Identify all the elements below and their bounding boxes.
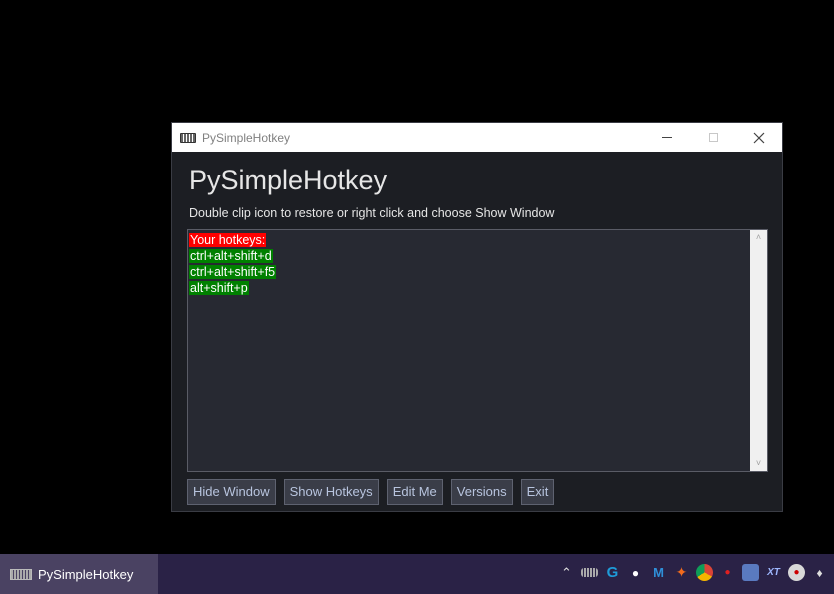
list-item: ctrl+alt+shift+f5	[189, 265, 277, 279]
nvidia-icon[interactable]: ●	[788, 564, 805, 581]
dropbox-icon[interactable]: ♦	[811, 564, 828, 581]
edit-me-button[interactable]: Edit Me	[386, 479, 443, 505]
maximize-icon[interactable]	[690, 123, 736, 152]
network-icon[interactable]	[742, 564, 759, 581]
chrome-icon[interactable]	[696, 564, 713, 581]
keyboard-icon	[10, 568, 32, 580]
instruction-text: Double clip icon to restore or right cli…	[189, 206, 555, 220]
discord-icon[interactable]: ●	[627, 564, 644, 581]
app-window: PySimpleHotkey PySimpleHotkey Double cli…	[171, 122, 783, 512]
list-item: ctrl+alt+shift+d	[189, 249, 273, 263]
window-controls	[644, 123, 782, 152]
title-bar[interactable]: PySimpleHotkey	[172, 123, 782, 152]
scroll-down-icon[interactable]: ˅	[754, 459, 763, 468]
scroll-up-icon[interactable]: ˄	[754, 233, 763, 242]
scrollbar[interactable]: ˄ ˅	[750, 230, 767, 471]
keyboard-icon	[180, 132, 196, 143]
keyboard-icon[interactable]	[581, 568, 598, 577]
output-area[interactable]: Your hotkeys: ctrl+alt+shift+d ctrl+alt+…	[187, 229, 768, 472]
hide-window-button[interactable]: Hide Window	[187, 479, 276, 505]
minimize-icon[interactable]	[644, 123, 690, 152]
list-item: Your hotkeys:	[189, 233, 267, 247]
chevron-up-icon[interactable]: ⌃	[558, 564, 575, 581]
record-icon[interactable]: ●	[719, 564, 736, 581]
xtreme-icon[interactable]: XT	[765, 564, 782, 581]
versions-button[interactable]: Versions	[450, 479, 513, 505]
avast-icon[interactable]: ✦	[673, 564, 690, 581]
close-icon[interactable]	[736, 123, 782, 152]
logitech-g-icon[interactable]: G	[604, 564, 621, 581]
window-title: PySimpleHotkey	[202, 130, 291, 145]
hotkey-list: Your hotkeys: ctrl+alt+shift+d ctrl+alt+…	[189, 232, 277, 296]
taskbar: PySimpleHotkey ⌃ G ● M ✦ ● XT ● ♦	[0, 554, 834, 594]
button-row: Hide Window Show Hotkeys Edit Me Version…	[187, 479, 555, 505]
list-item: alt+shift+p	[189, 281, 249, 295]
system-tray: ⌃ G ● M ✦ ● XT ● ♦	[558, 564, 828, 581]
page-title: PySimpleHotkey	[189, 165, 388, 195]
exit-button[interactable]: Exit	[520, 479, 555, 505]
malwarebytes-icon[interactable]: M	[650, 564, 667, 581]
show-hotkeys-button[interactable]: Show Hotkeys	[283, 479, 379, 505]
taskbar-app-label: PySimpleHotkey	[38, 566, 134, 582]
taskbar-app-item[interactable]: PySimpleHotkey	[0, 554, 158, 594]
